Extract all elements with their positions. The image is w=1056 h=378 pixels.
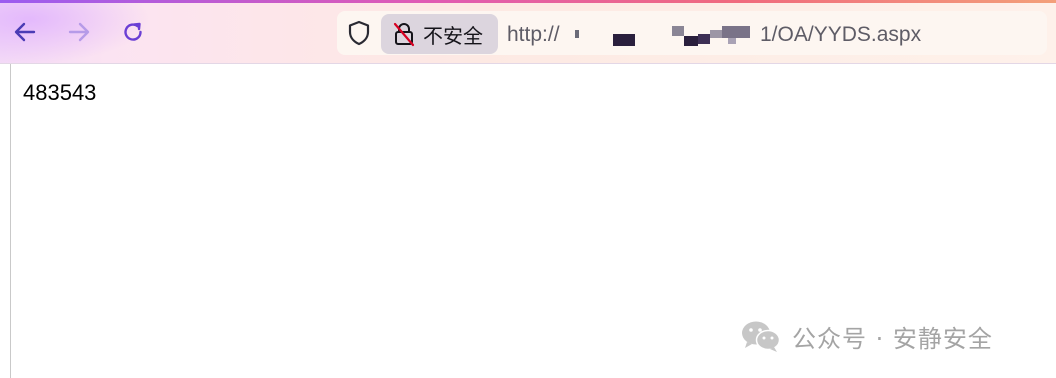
redaction-block (722, 26, 750, 38)
page-content-text: 483543 (23, 80, 97, 105)
browser-toolbar: 不安全 http:// 1/OA/YYDS.aspx (0, 0, 1056, 64)
watermark: 公众号 · 安静安全 (740, 316, 993, 356)
watermark-text: 公众号 · 安静安全 (792, 324, 993, 353)
arrow-left-icon (14, 22, 36, 42)
redaction-block (698, 34, 710, 44)
url-path: 1/OA/YYDS.aspx (760, 23, 922, 46)
redaction-block (613, 34, 635, 46)
site-info-button[interactable] (345, 19, 373, 47)
reload-button[interactable] (117, 16, 149, 48)
crossed-lock-icon (391, 21, 417, 47)
wechat-icon (742, 321, 781, 352)
redaction-block (575, 30, 579, 38)
redaction-block (672, 26, 684, 36)
redaction-block (710, 30, 722, 38)
redaction-block (728, 38, 736, 44)
toolbar-accent-line (0, 0, 1056, 3)
url-prefix: http:// (507, 23, 560, 46)
insecure-label: 不安全 (423, 23, 483, 48)
arrow-right-icon (68, 22, 90, 42)
forward-button[interactable] (63, 16, 95, 48)
redaction-block (684, 36, 698, 46)
shield-icon (348, 20, 370, 46)
viewport-border (10, 64, 11, 378)
back-button[interactable] (9, 16, 41, 48)
insecure-connection-badge[interactable]: 不安全 (381, 14, 498, 54)
reload-icon (124, 22, 142, 41)
